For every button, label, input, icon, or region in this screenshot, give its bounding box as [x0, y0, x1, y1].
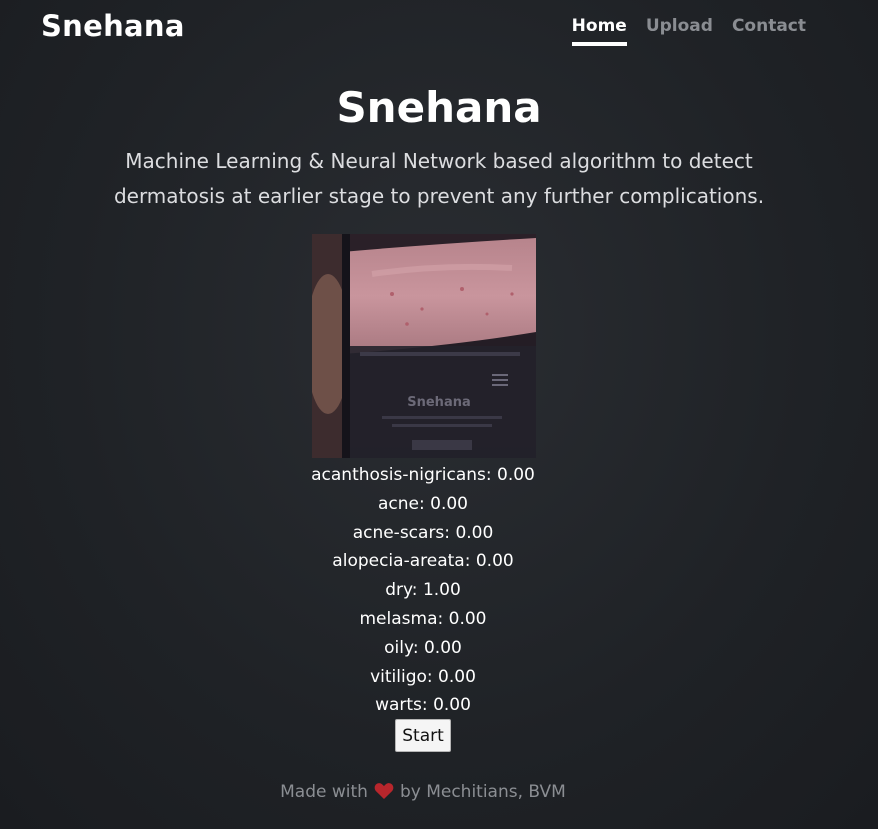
result-score: 0.00: [497, 465, 535, 485]
webcam-frame: Snehana: [312, 234, 536, 458]
nav-link-upload[interactable]: Upload: [646, 16, 713, 46]
result-score: 0.00: [433, 695, 471, 716]
result-row: acne-scars: 0.00: [352, 522, 494, 543]
preview-overlay-text: Snehana: [407, 395, 471, 410]
result-row: oily: 0.00: [384, 637, 462, 658]
result-score: 0.00: [423, 637, 462, 658]
result-row: vitiligo: 0.00: [370, 666, 476, 687]
result-row: acanthosis-nigricans: 0.00: [311, 465, 535, 485]
result-row: acne: 0.00: [378, 493, 468, 514]
result-label: vitiligo: [370, 666, 427, 687]
result-score: 0.00: [455, 522, 494, 543]
result-label: warts: [375, 695, 422, 716]
result-label: acne-scars: [352, 522, 445, 543]
result-row: warts: 0.00: [375, 695, 471, 716]
result-score: 0.00: [430, 493, 468, 514]
nav-links: Home Upload Contact: [571, 16, 806, 46]
heart-icon: [374, 782, 394, 805]
result-label: acanthosis-nigricans: [311, 465, 486, 485]
result-score: 0.00: [448, 608, 487, 629]
page-subtitle: Machine Learning & Neural Network based …: [113, 149, 765, 208]
result-label: acne: [378, 493, 419, 514]
start-button[interactable]: Start: [395, 719, 451, 752]
result-label: melasma: [359, 608, 438, 629]
nav-link-home[interactable]: Home: [571, 16, 627, 46]
result-row: melasma: 0.00: [359, 608, 487, 629]
result-label: dry: [385, 580, 412, 601]
brand-logo[interactable]: Snehana: [41, 9, 185, 43]
hero: Snehana Machine Learning & Neural Networ…: [0, 80, 878, 214]
prediction-results: acanthosis-nigricans: 0.00 acne: 0.00 ac…: [0, 461, 846, 720]
result-row: alopecia-areata: 0.00: [332, 551, 514, 572]
result-score: 1.00: [422, 580, 461, 601]
result-label: alopecia-areata: [332, 551, 465, 572]
page-title: Snehana: [336, 83, 542, 132]
footer-suffix: by Mechitians, BVM: [399, 782, 566, 802]
nav-link-contact[interactable]: Contact: [732, 16, 806, 46]
result-score: 0.00: [475, 551, 514, 572]
footer-prefix: Made with: [280, 782, 368, 802]
footer: Made with by Mechitians, BVM: [0, 782, 846, 805]
navbar: Snehana Home Upload Contact: [0, 0, 878, 58]
result-score: 0.00: [438, 666, 476, 687]
webcam-preview: Snehana: [312, 234, 536, 458]
result-label: oily: [384, 637, 413, 658]
result-row: dry: 1.00: [385, 580, 461, 601]
